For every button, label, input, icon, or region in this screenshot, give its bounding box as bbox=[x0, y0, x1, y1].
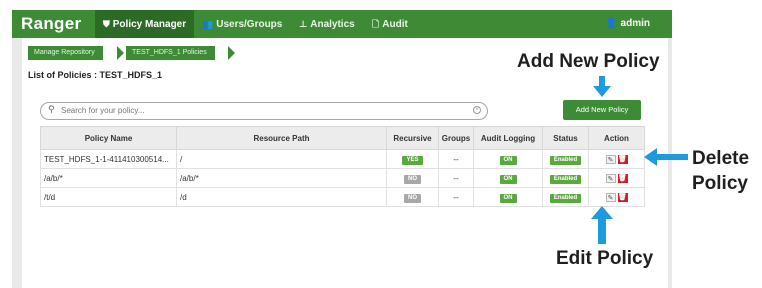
arrow-add-policy bbox=[593, 76, 611, 97]
callout-arrows bbox=[591, 76, 688, 244]
arrow-delete-policy bbox=[644, 148, 688, 166]
arrow-edit-policy bbox=[591, 206, 613, 244]
